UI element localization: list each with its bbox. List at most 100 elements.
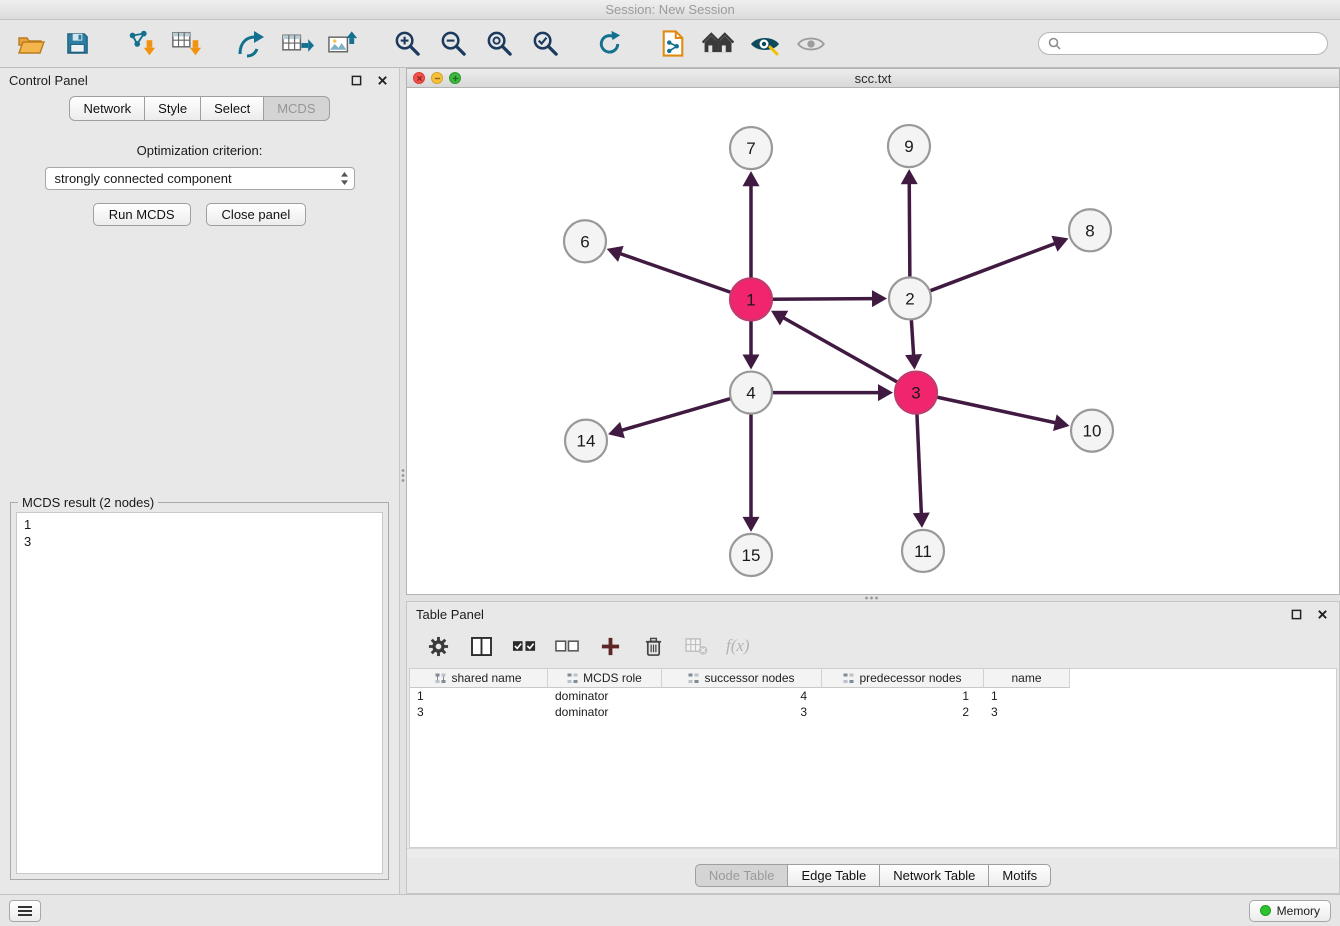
columns-icon <box>471 637 492 656</box>
import-table-button[interactable] <box>168 25 206 63</box>
graph-edge-arrowhead <box>872 290 887 307</box>
dropdown-arrows-icon <box>340 171 349 186</box>
tab-edge-table[interactable]: Edge Table <box>787 864 880 887</box>
deselect-all-button[interactable] <box>554 633 580 659</box>
select-all-button[interactable] <box>511 633 537 659</box>
export-network-arrows-icon <box>236 29 266 58</box>
window-minimize-icon[interactable] <box>431 72 443 84</box>
zoom-selected-button[interactable] <box>526 25 564 63</box>
splitter-grip <box>401 468 405 482</box>
horizontal-splitter[interactable] <box>406 595 1340 601</box>
tab-node-table[interactable]: Node Table <box>695 864 789 887</box>
run-mcds-button[interactable]: Run MCDS <box>93 203 191 226</box>
graph-edge-2-9[interactable] <box>909 184 910 279</box>
task-history-button[interactable] <box>9 900 41 922</box>
graphics-details-button[interactable] <box>746 25 784 63</box>
eye-slash-icon <box>749 32 781 56</box>
column-label: predecessor nodes <box>859 671 961 685</box>
cell-predecessor-nodes: 2 <box>822 704 984 720</box>
float-panel-button[interactable] <box>348 73 364 89</box>
zoom-in-button[interactable] <box>388 25 426 63</box>
add-column-button[interactable] <box>597 633 623 659</box>
graph-edge-2-8[interactable] <box>928 244 1055 292</box>
deselect-all-checkboxes-icon <box>555 637 580 655</box>
cell-name: 1 <box>984 688 1070 704</box>
graph-edge-arrowhead <box>743 171 760 186</box>
tab-network[interactable]: Network <box>69 96 145 121</box>
criterion-dropdown[interactable]: strongly connected component <box>45 167 355 190</box>
network-canvas[interactable]: 7968124314101511 <box>406 88 1340 595</box>
eye-icon <box>796 33 826 55</box>
close-panel-button[interactable] <box>374 73 390 89</box>
column-type-icon <box>567 673 578 684</box>
session-group <box>12 25 96 63</box>
network-document-button[interactable] <box>654 25 692 63</box>
graph-edge-arrowhead <box>905 354 922 370</box>
table-horizontal-scrollbar[interactable] <box>407 848 1339 858</box>
memory-label: Memory <box>1277 904 1320 918</box>
table-header-row: shared name MCDS role <box>410 669 1336 688</box>
tab-network-table[interactable]: Network Table <box>879 864 989 887</box>
cell-shared-name: 1 <box>410 688 548 704</box>
delete-table-button[interactable] <box>683 633 709 659</box>
window-maximize-icon[interactable] <box>449 72 461 84</box>
refresh-button[interactable] <box>590 25 628 63</box>
memory-button[interactable]: Memory <box>1249 900 1331 922</box>
table-row[interactable]: 1 dominator 4 1 1 <box>410 688 1336 704</box>
zoom-fit-button[interactable] <box>480 25 518 63</box>
column-header-name[interactable]: name <box>984 669 1070 688</box>
graph-node-label: 3 <box>911 384 920 403</box>
toolbar-search[interactable] <box>1038 32 1328 55</box>
table-toolbar: f(x) <box>407 627 1339 665</box>
save-floppy-icon <box>65 31 90 56</box>
column-header-shared-name[interactable]: shared name <box>410 669 548 688</box>
close-panel-action-button[interactable]: Close panel <box>206 203 307 226</box>
network-graph: 7968124314101511 <box>407 88 1339 594</box>
open-session-button[interactable] <box>12 25 50 63</box>
mcds-result-list[interactable]: 1 3 <box>16 512 383 874</box>
cell-mcds-role: dominator <box>548 704 662 720</box>
table-row[interactable]: 3 dominator 3 2 3 <box>410 704 1336 720</box>
tab-select[interactable]: Select <box>200 96 264 121</box>
close-table-panel-button[interactable] <box>1314 607 1330 623</box>
graph-edge-arrowhead <box>743 517 760 532</box>
graph-edge-1-6[interactable] <box>621 254 733 293</box>
graph-edge-3-10[interactable] <box>935 397 1055 423</box>
window-close-icon[interactable] <box>413 72 425 84</box>
float-table-panel-button[interactable] <box>1288 607 1304 623</box>
function-builder-button[interactable]: f(x) <box>726 636 750 656</box>
network-view-window: scc.txt 7968124314101511 <box>406 68 1340 595</box>
export-image-icon <box>327 30 360 57</box>
graph-edge-3-11[interactable] <box>917 412 921 513</box>
graph-edge-4-14[interactable] <box>622 398 732 430</box>
graph-edge-arrowhead <box>878 384 893 401</box>
export-network-button[interactable] <box>232 25 270 63</box>
search-input[interactable] <box>1067 36 1318 51</box>
tab-motifs[interactable]: Motifs <box>988 864 1051 887</box>
zoom-out-button[interactable] <box>434 25 472 63</box>
graph-edge-3-1[interactable] <box>784 318 899 383</box>
export-image-button[interactable] <box>324 25 362 63</box>
delete-column-button[interactable] <box>640 633 666 659</box>
graph-edge-2-3[interactable] <box>911 317 913 354</box>
tab-style[interactable]: Style <box>144 96 201 121</box>
graph-edge-arrowhead <box>913 512 930 527</box>
houses-button[interactable] <box>700 25 738 63</box>
export-table-button[interactable] <box>278 25 316 63</box>
preview-button[interactable] <box>792 25 830 63</box>
graph-node-label: 9 <box>904 137 913 156</box>
graph-edge-1-2[interactable] <box>770 299 872 300</box>
tab-mcds[interactable]: MCDS <box>263 96 329 121</box>
column-header-mcds-role[interactable]: MCDS role <box>548 669 662 688</box>
graph-edge-arrowhead <box>901 169 918 184</box>
column-header-successor-nodes[interactable]: successor nodes <box>662 669 822 688</box>
import-network-button[interactable] <box>122 25 160 63</box>
houses-icon <box>702 31 736 56</box>
show-columns-button[interactable] <box>468 633 494 659</box>
column-type-icon <box>688 673 699 684</box>
zoom-selected-icon <box>531 29 560 58</box>
save-session-button[interactable] <box>58 25 96 63</box>
column-header-predecessor-nodes[interactable]: predecessor nodes <box>822 669 984 688</box>
table-settings-button[interactable] <box>425 633 451 659</box>
close-icon <box>1317 609 1328 620</box>
